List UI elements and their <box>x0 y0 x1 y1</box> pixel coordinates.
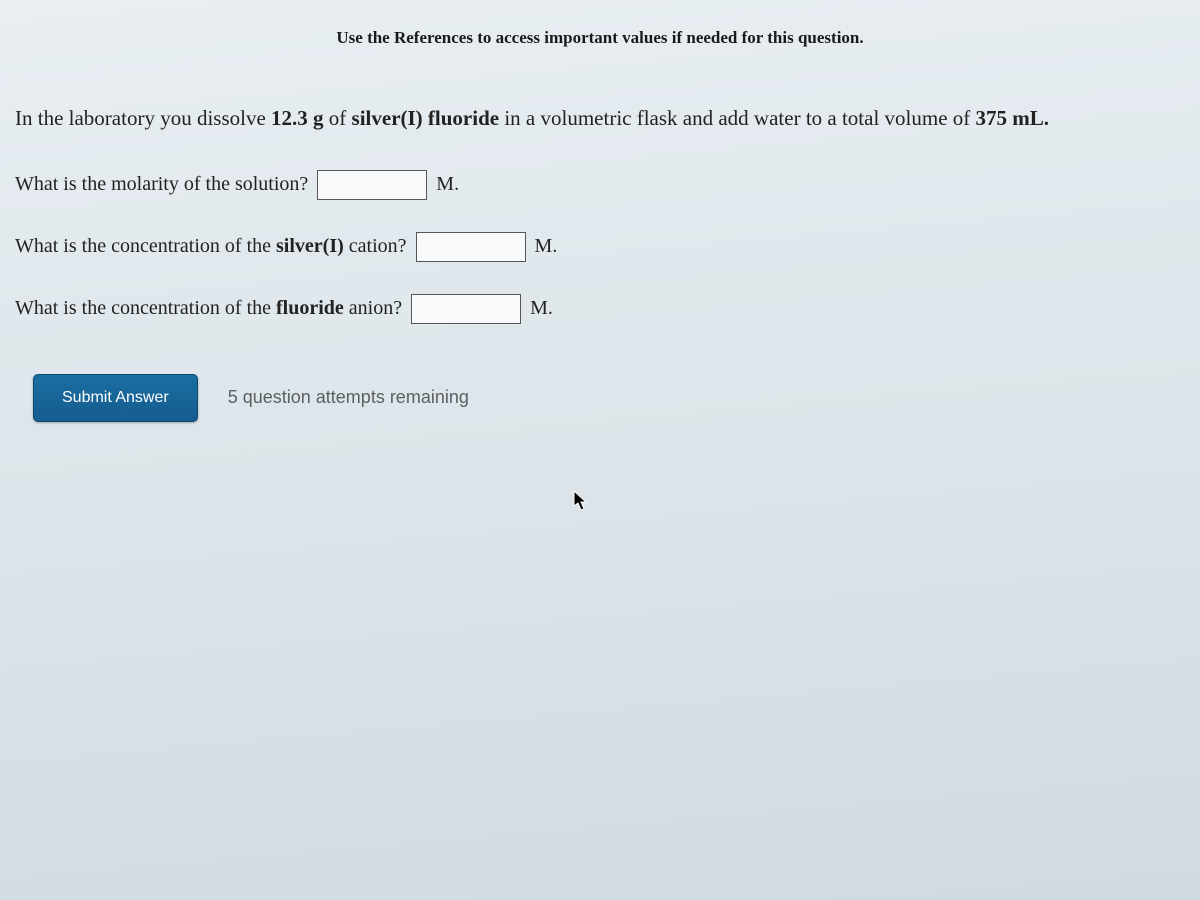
problem-prefix: In the laboratory you dissolve <box>15 106 271 130</box>
cursor-icon <box>573 490 589 512</box>
problem-volume: 375 mL. <box>976 106 1050 130</box>
cation-concentration-input[interactable] <box>416 232 526 262</box>
q2-suffix: cation? <box>344 235 407 257</box>
question-anion-row: What is the concentration of the fluorid… <box>15 294 1185 324</box>
anion-unit: M. <box>530 297 553 320</box>
problem-mass: 12.3 g <box>271 106 324 130</box>
question-molarity-label: What is the molarity of the solution? <box>15 173 308 196</box>
q2-prefix: What is the concentration of the <box>15 235 276 257</box>
molarity-unit: M. <box>436 173 459 196</box>
question-cation-row: What is the concentration of the silver(… <box>15 232 1185 262</box>
problem-middle: in a volumetric flask and add water to a… <box>499 106 975 130</box>
problem-compound: silver(I) fluoride <box>352 106 500 130</box>
cation-unit: M. <box>535 235 558 258</box>
q3-suffix: anion? <box>344 297 402 319</box>
q3-prefix: What is the concentration of the <box>15 297 276 319</box>
reference-note: Use the References to access important v… <box>15 28 1185 48</box>
molarity-input[interactable] <box>317 170 427 200</box>
attempts-remaining: 5 question attempts remaining <box>228 387 469 408</box>
q3-bold: fluoride <box>276 297 344 319</box>
q2-bold: silver(I) <box>276 235 344 257</box>
submit-row: Submit Answer 5 question attempts remain… <box>33 374 1185 422</box>
problem-statement: In the laboratory you dissolve 12.3 g of… <box>15 103 1185 135</box>
question-molarity-row: What is the molarity of the solution? M. <box>15 170 1185 200</box>
problem-of: of <box>324 106 352 130</box>
anion-concentration-input[interactable] <box>411 294 521 324</box>
question-cation-label: What is the concentration of the silver(… <box>15 235 407 258</box>
question-anion-label: What is the concentration of the fluorid… <box>15 297 402 320</box>
submit-answer-button[interactable]: Submit Answer <box>33 374 198 422</box>
